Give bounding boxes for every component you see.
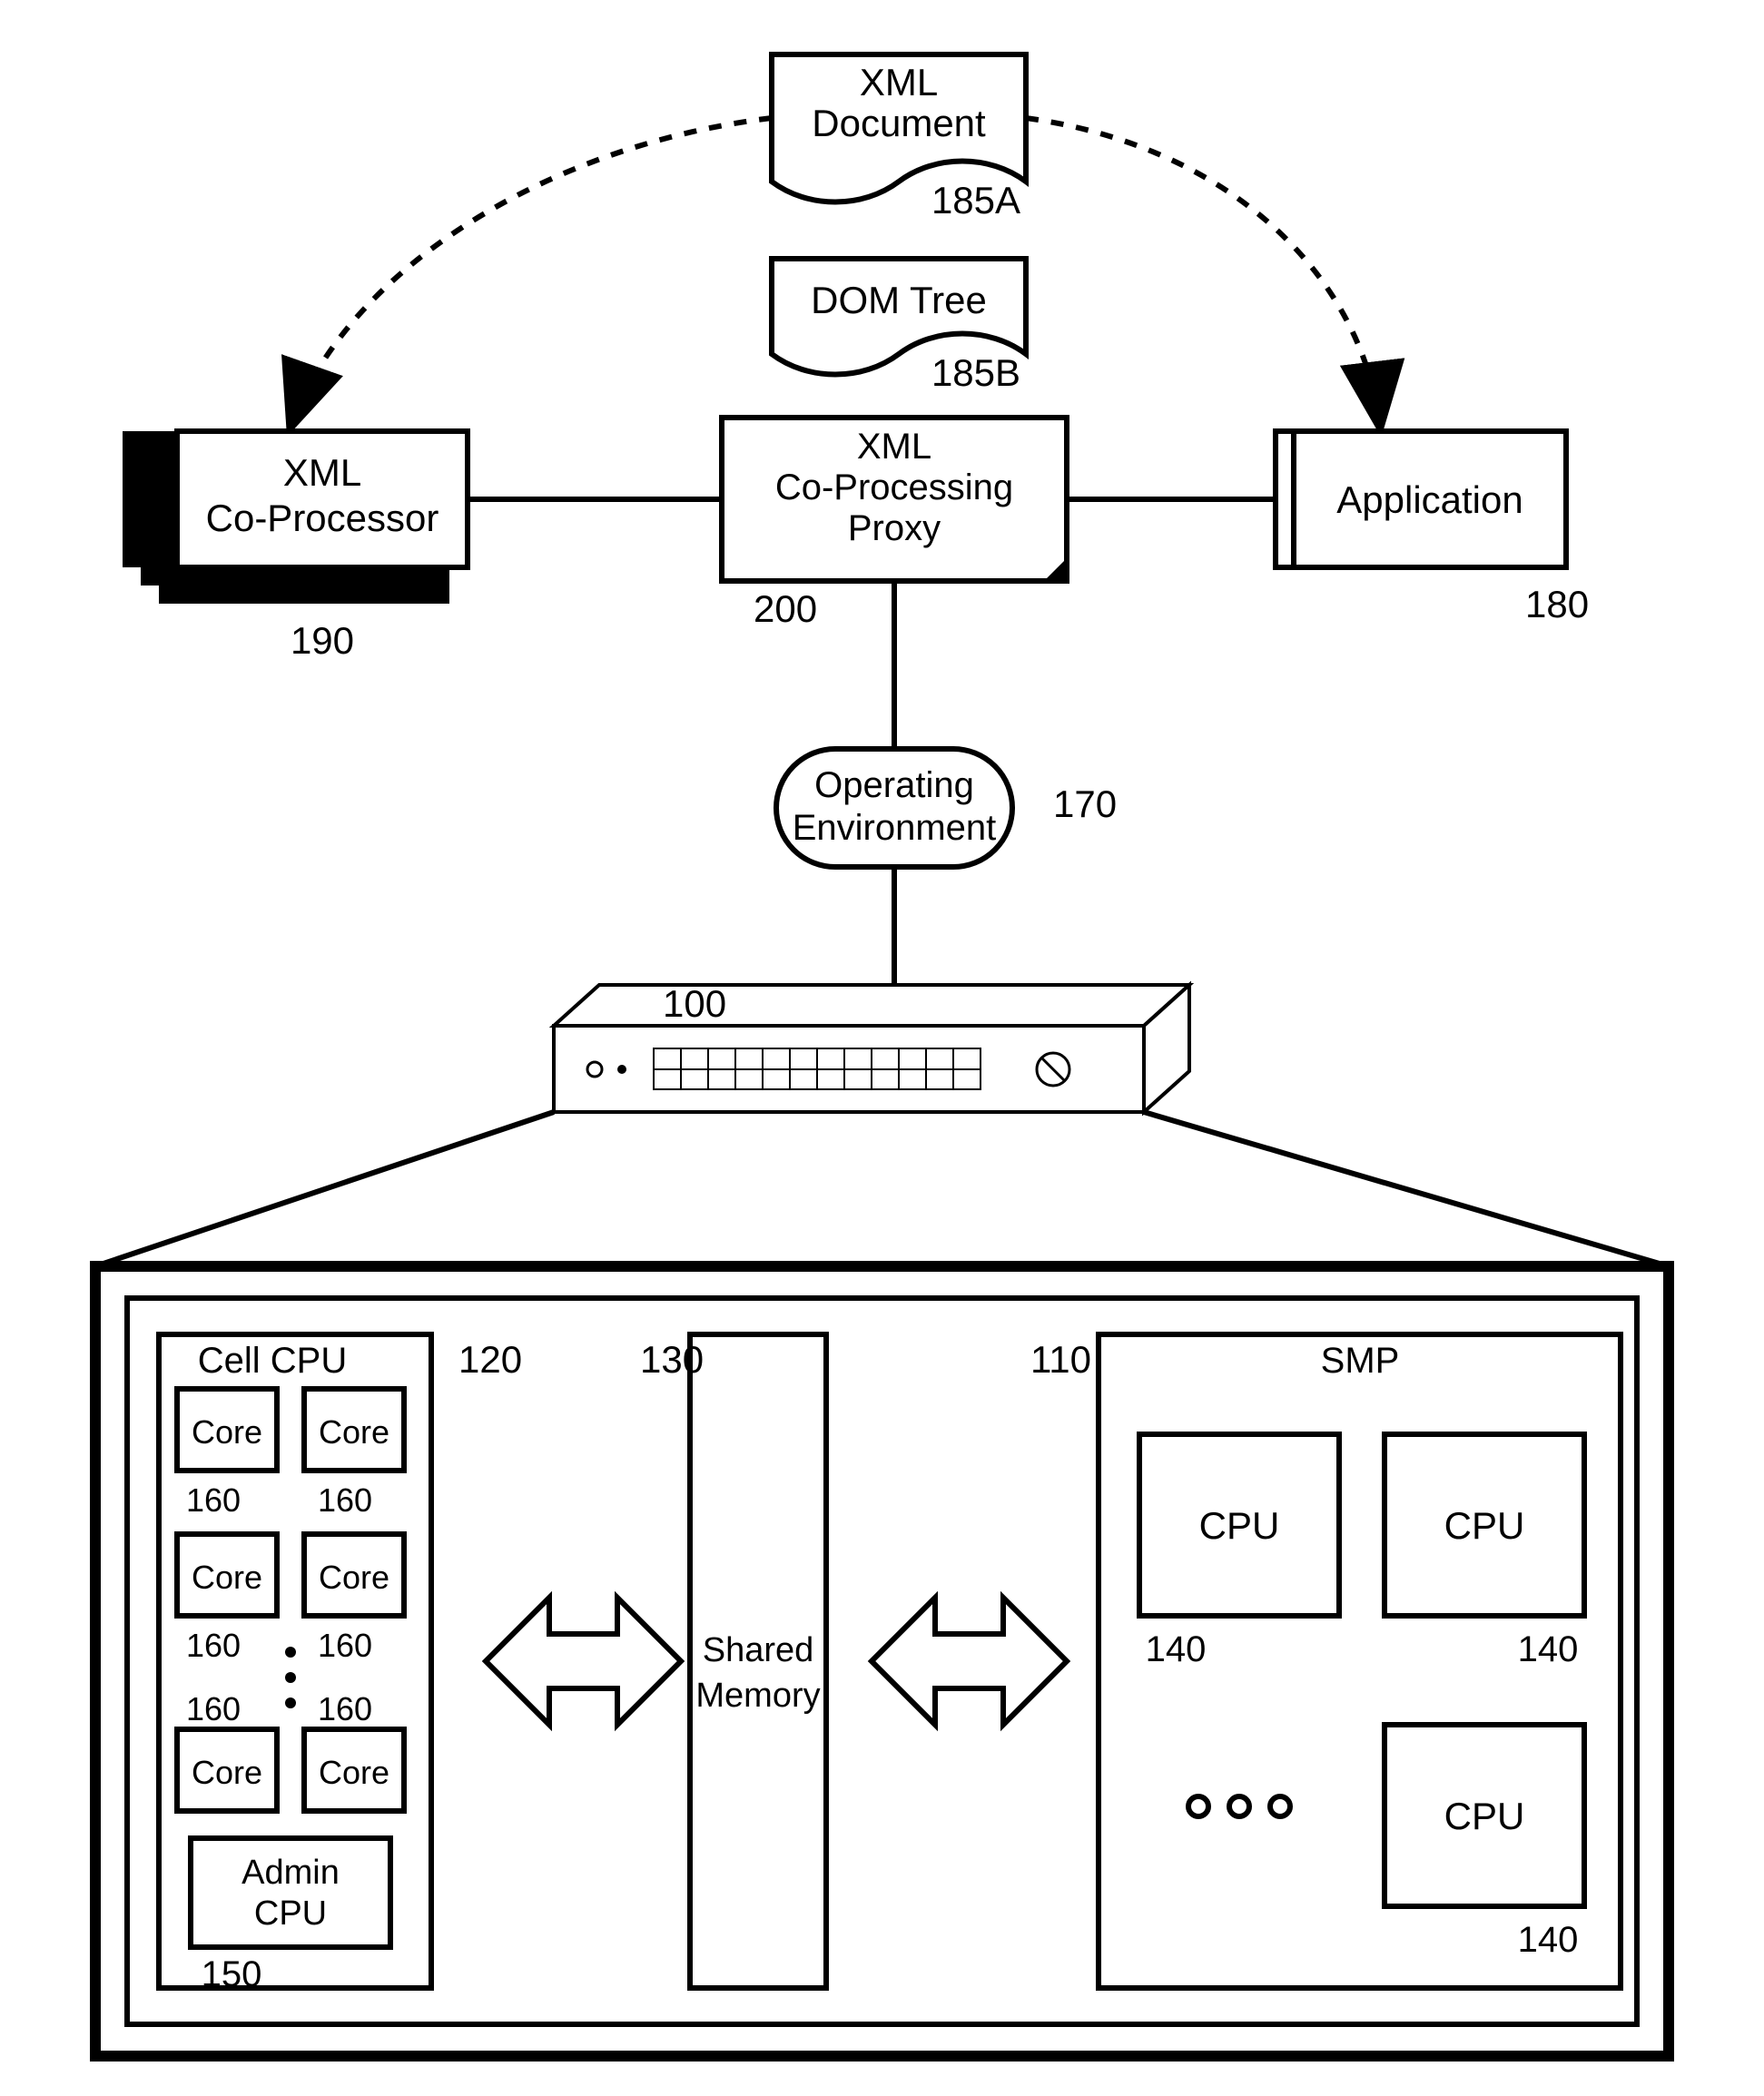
cell-cpu-block: Cell CPU 120 Core Core 160 160 Core Core… xyxy=(159,1334,522,1994)
openv-ref: 170 xyxy=(1053,782,1117,825)
openv-line1: Operating xyxy=(814,765,974,805)
core-2-1: Core xyxy=(192,1559,262,1596)
smp-cpu1: CPU xyxy=(1199,1504,1280,1547)
network-device: 100 xyxy=(554,982,1189,1112)
double-arrow-left xyxy=(486,1598,681,1725)
device-ref: 100 xyxy=(663,982,726,1025)
xml-document-line1: XML xyxy=(860,61,938,103)
smp-cpu2: CPU xyxy=(1444,1504,1525,1547)
cell-cpu-title: Cell CPU xyxy=(198,1341,347,1381)
expand-right-line xyxy=(1144,1112,1669,1266)
smp-cpu1-ref: 140 xyxy=(1146,1629,1207,1669)
smp-title: SMP xyxy=(1321,1341,1400,1381)
diagram-root: XML Document 185A DOM Tree 185B XML Co-P… xyxy=(0,0,1764,2096)
openv-line2: Environment xyxy=(793,808,997,848)
core-ref-2-2: 160 xyxy=(318,1627,372,1664)
core-1-1: Core xyxy=(192,1413,262,1451)
core-ref-2-1: 160 xyxy=(186,1627,241,1664)
admin-cpu-ref: 150 xyxy=(202,1954,262,1994)
core-3-1: Core xyxy=(192,1754,262,1791)
cell-cpu-ref: 120 xyxy=(458,1338,522,1381)
shared-mem-line2: Memory xyxy=(695,1677,820,1715)
xml-document-box: XML Document 185A xyxy=(772,54,1026,221)
coproc-line2: Co-Processor xyxy=(206,497,439,539)
dashed-arrow-right xyxy=(1026,118,1380,427)
coproc-line1: XML xyxy=(283,451,361,494)
proxy-line3: Proxy xyxy=(848,508,941,548)
xml-document-line2: Document xyxy=(812,102,986,144)
application-ref: 180 xyxy=(1525,583,1589,625)
xml-coprocessor: XML Co-Processor 190 xyxy=(123,431,468,662)
application-title: Application xyxy=(1336,478,1523,521)
proxy-line2: Co-Processing xyxy=(775,467,1013,507)
core-ref-1-2: 160 xyxy=(318,1481,372,1519)
dashed-arrow-left xyxy=(291,118,772,427)
dom-tree-box: DOM Tree 185B xyxy=(772,259,1026,394)
core-ref-1-1: 160 xyxy=(186,1481,241,1519)
proxy-ref: 200 xyxy=(754,587,817,630)
dom-tree-ref: 185B xyxy=(931,351,1020,394)
application-box: Application 180 xyxy=(1276,431,1589,625)
core-1-2: Core xyxy=(319,1413,389,1451)
coproc-ref: 190 xyxy=(291,619,354,662)
proxy-line1: XML xyxy=(857,427,931,467)
core-ref-3-2: 160 xyxy=(318,1690,372,1727)
core-ref-3-1: 160 xyxy=(186,1690,241,1727)
admin-cpu-line2: CPU xyxy=(254,1894,327,1933)
smp-cpu2-ref: 140 xyxy=(1518,1629,1579,1669)
smp-cpu3: CPU xyxy=(1444,1795,1525,1837)
smp-ref: 110 xyxy=(1030,1338,1091,1381)
xml-document-ref: 185A xyxy=(931,179,1020,221)
admin-cpu-line1: Admin xyxy=(241,1854,340,1892)
smp-cpu3-ref: 140 xyxy=(1518,1920,1579,1960)
double-arrow-right xyxy=(872,1598,1067,1725)
core-3-2: Core xyxy=(319,1754,389,1791)
shared-mem-ref: 130 xyxy=(640,1338,704,1381)
smp-block: SMP 110 CPU 140 CPU 140 CPU 140 xyxy=(1030,1334,1621,1988)
operating-environment: Operating Environment 170 xyxy=(776,749,1117,867)
core-2-2: Core xyxy=(319,1559,389,1596)
shared-mem-line1: Shared xyxy=(703,1631,814,1669)
expand-left-line xyxy=(95,1112,554,1266)
dom-tree-title: DOM Tree xyxy=(811,279,987,321)
